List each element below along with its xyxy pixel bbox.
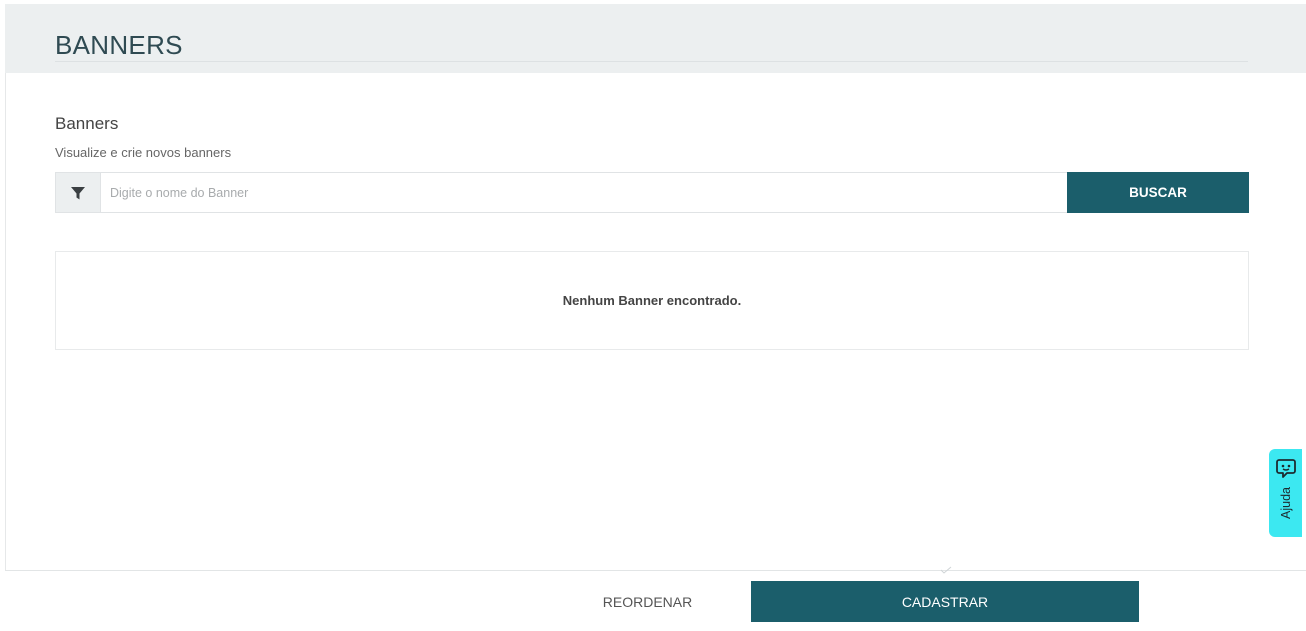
chat-bubble-icon (1275, 459, 1296, 478)
search-input[interactable] (100, 172, 1067, 213)
section-subtitle: Visualize e crie novos banners (55, 145, 232, 160)
filter-button[interactable] (55, 172, 100, 213)
header-divider (55, 61, 1248, 62)
reorder-button[interactable]: REORDENAR (590, 581, 705, 622)
empty-message: Nenhum Banner encontrado. (562, 293, 742, 308)
section-title: Banners (55, 114, 119, 133)
page-header: BANNERS (5, 4, 1306, 73)
help-label: Ajuda (1278, 487, 1293, 519)
help-widget[interactable]: Ajuda (1269, 449, 1302, 537)
register-button[interactable]: CADASTRAR (751, 581, 1139, 622)
search-button[interactable]: BUSCAR (1067, 172, 1249, 213)
search-bar: BUSCAR (55, 172, 1249, 213)
page-title: BANNERS (55, 30, 183, 60)
check-icon (940, 566, 952, 574)
results-panel: Nenhum Banner encontrado. (55, 251, 1249, 350)
filter-icon (71, 186, 85, 199)
